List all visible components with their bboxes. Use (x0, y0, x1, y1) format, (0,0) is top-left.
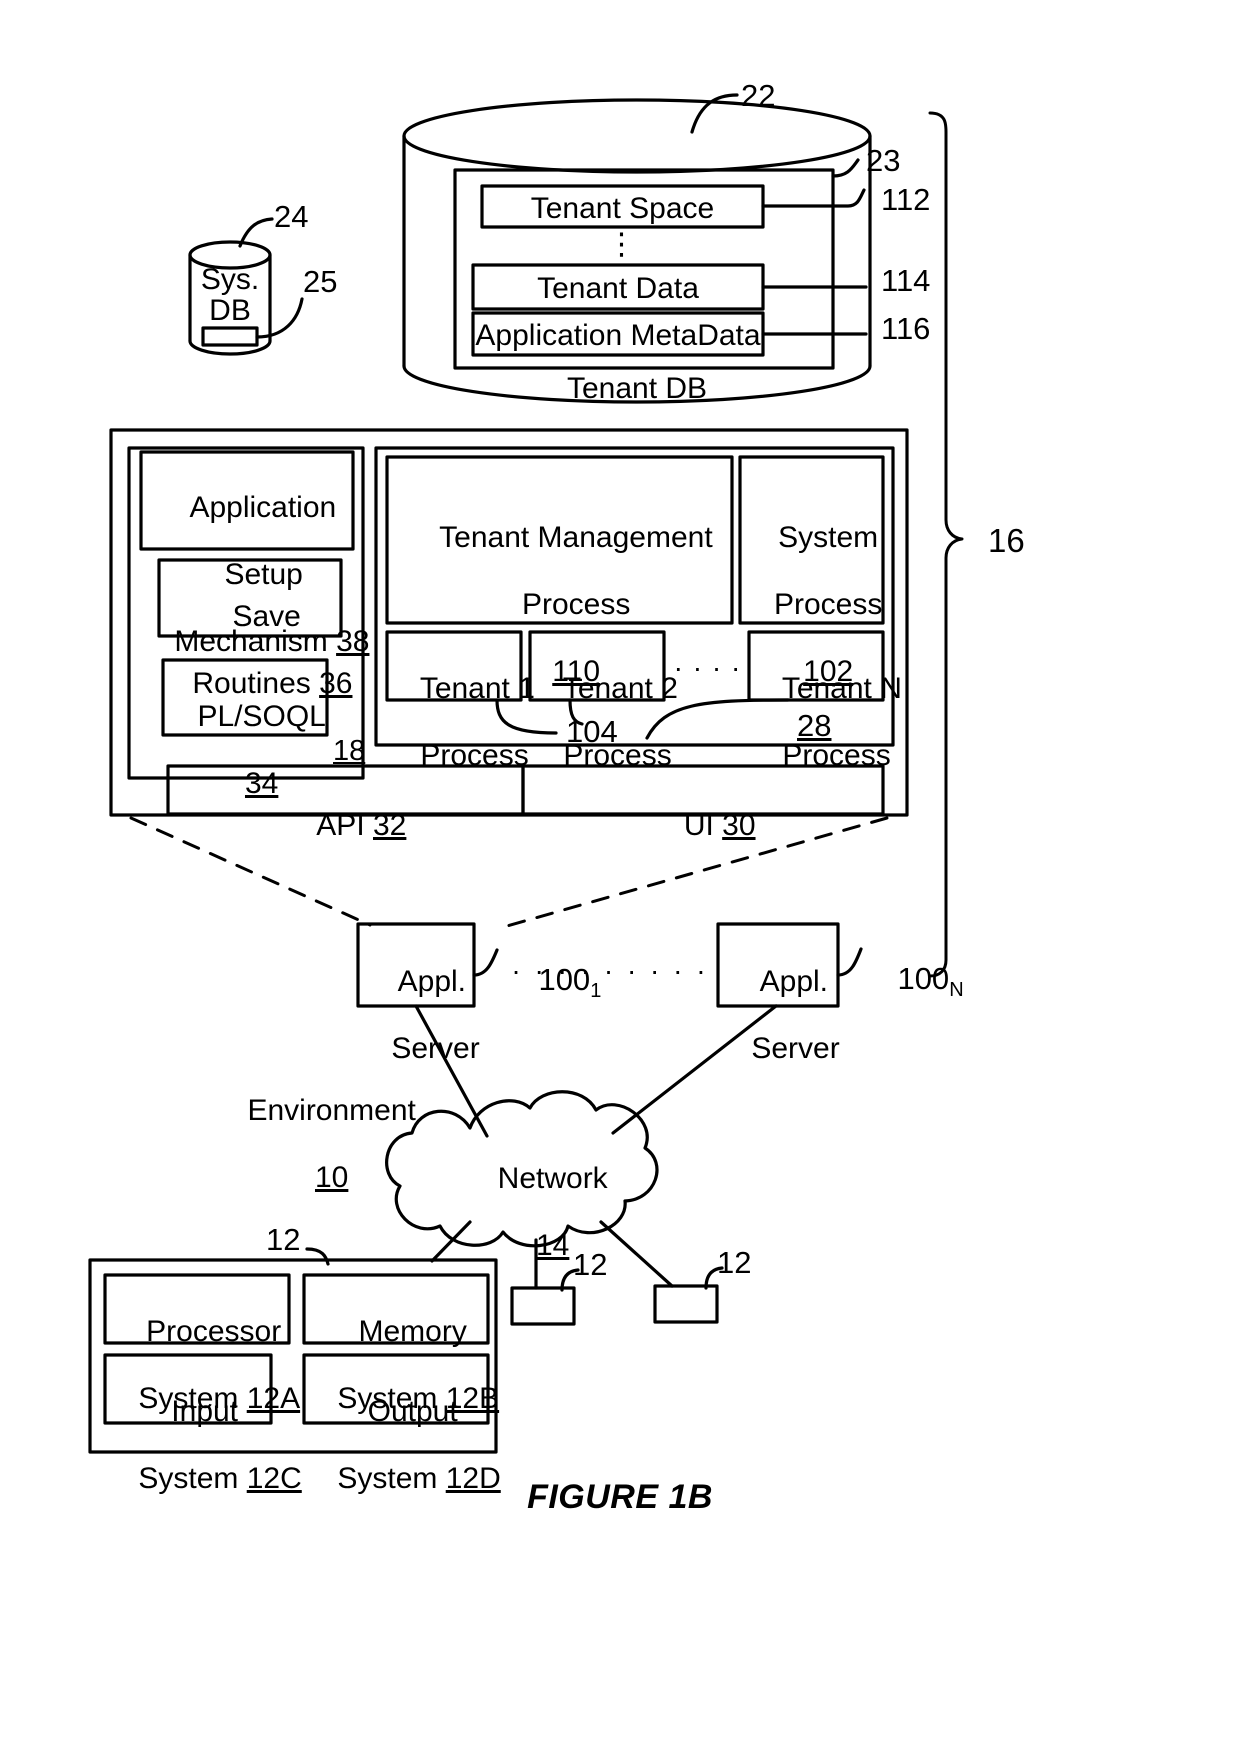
api-label: API 32 (168, 775, 523, 876)
ref-22: 22 (741, 78, 776, 113)
client-system-2-box (653, 1284, 719, 1324)
appl-server-n-line2: Server (751, 1031, 840, 1065)
output-line1: Output (367, 1394, 458, 1428)
ui-text: UI (683, 808, 714, 842)
ref-30: 30 (722, 808, 756, 842)
tenant-1-line2: Process (420, 738, 529, 772)
leader-100-1 (472, 948, 499, 977)
ref-104: 104 (566, 714, 618, 749)
sys-db-label-line2: DB (209, 294, 251, 327)
leader-100-n (836, 947, 863, 977)
tenant-process-ellipsis-dots: · · · · (673, 652, 742, 683)
system-process-line1: System (778, 520, 879, 554)
ref-10: 10 (314, 1160, 349, 1194)
figure-caption: FIGURE 1B (527, 1478, 713, 1516)
ref-32: 32 (373, 808, 407, 842)
input-line1: Input (171, 1394, 239, 1428)
ref-18: 18 (333, 735, 366, 767)
leader-12-main (305, 1247, 330, 1266)
appl-server-n-label: Appl. Server (718, 931, 840, 1099)
ref-38: 38 (336, 624, 370, 658)
leader-23 (831, 158, 860, 178)
ref-12-client2: 12 (717, 1245, 752, 1280)
environment-label: Environment 10 (205, 1060, 425, 1228)
sys-db-label-line1: Sys. (200, 263, 260, 296)
ref-114: 114 (881, 263, 931, 298)
tenant-1-line1: Tenant 1 (419, 671, 535, 705)
application-setup-line1: Application (189, 490, 337, 524)
plsoql-line1: PL/SOQL (197, 699, 326, 733)
appl-server-dots: · · · · · · · · · (511, 955, 709, 986)
leader-112 (761, 188, 866, 208)
ref-100-n-base: 100 (897, 961, 950, 996)
tenant-2-line1: Tenant 2 (562, 671, 678, 705)
tenant-management-line1: Tenant Management (439, 520, 713, 554)
tenant-management-line2: Process (521, 587, 631, 621)
ui-label: UI 30 (523, 775, 883, 876)
tenant-n-line1: Tenant N (781, 671, 902, 705)
ref-100-n: 100N (863, 925, 964, 1038)
ref-116: 116 (881, 311, 931, 346)
ref-12-main: 12 (266, 1222, 301, 1257)
api-text: API (316, 808, 365, 842)
network-text: Network (497, 1161, 608, 1195)
ref-25: 25 (303, 264, 338, 299)
ref-100-n-sub: N (949, 979, 964, 1002)
ref-12-client1: 12 (573, 1247, 608, 1282)
patent-figure-1b: Tenant Space ⋮ Tenant Data Application M… (0, 0, 1240, 1762)
application-metadata-label: Application MetaData (475, 319, 761, 352)
processor-line1: Processor (146, 1314, 282, 1348)
tenant-db-ellipsis: ⋮ (606, 228, 639, 261)
ref-24: 24 (274, 199, 309, 234)
ref-16: 16 (988, 522, 1025, 559)
ref-28: 28 (797, 708, 832, 743)
sys-db-inner-box (201, 326, 259, 347)
memory-line1: Memory (358, 1314, 467, 1348)
tenant-data-label: Tenant Data (537, 272, 699, 305)
appl-server-1-line1: Appl. (397, 964, 467, 998)
bracket-16 (928, 111, 964, 978)
appl-server-n-line1: Appl. (759, 964, 829, 998)
save-routines-line1: Save (232, 599, 301, 633)
environment-text: Environment (247, 1093, 416, 1127)
tenant-db-title: Tenant DB (566, 372, 708, 405)
ref-14: 14 (535, 1228, 570, 1262)
tenant-space-label: Tenant Space (530, 192, 715, 225)
ref-23: 23 (866, 143, 901, 178)
ref-112: 112 (881, 182, 931, 217)
system-process-line2: Process (773, 587, 883, 621)
